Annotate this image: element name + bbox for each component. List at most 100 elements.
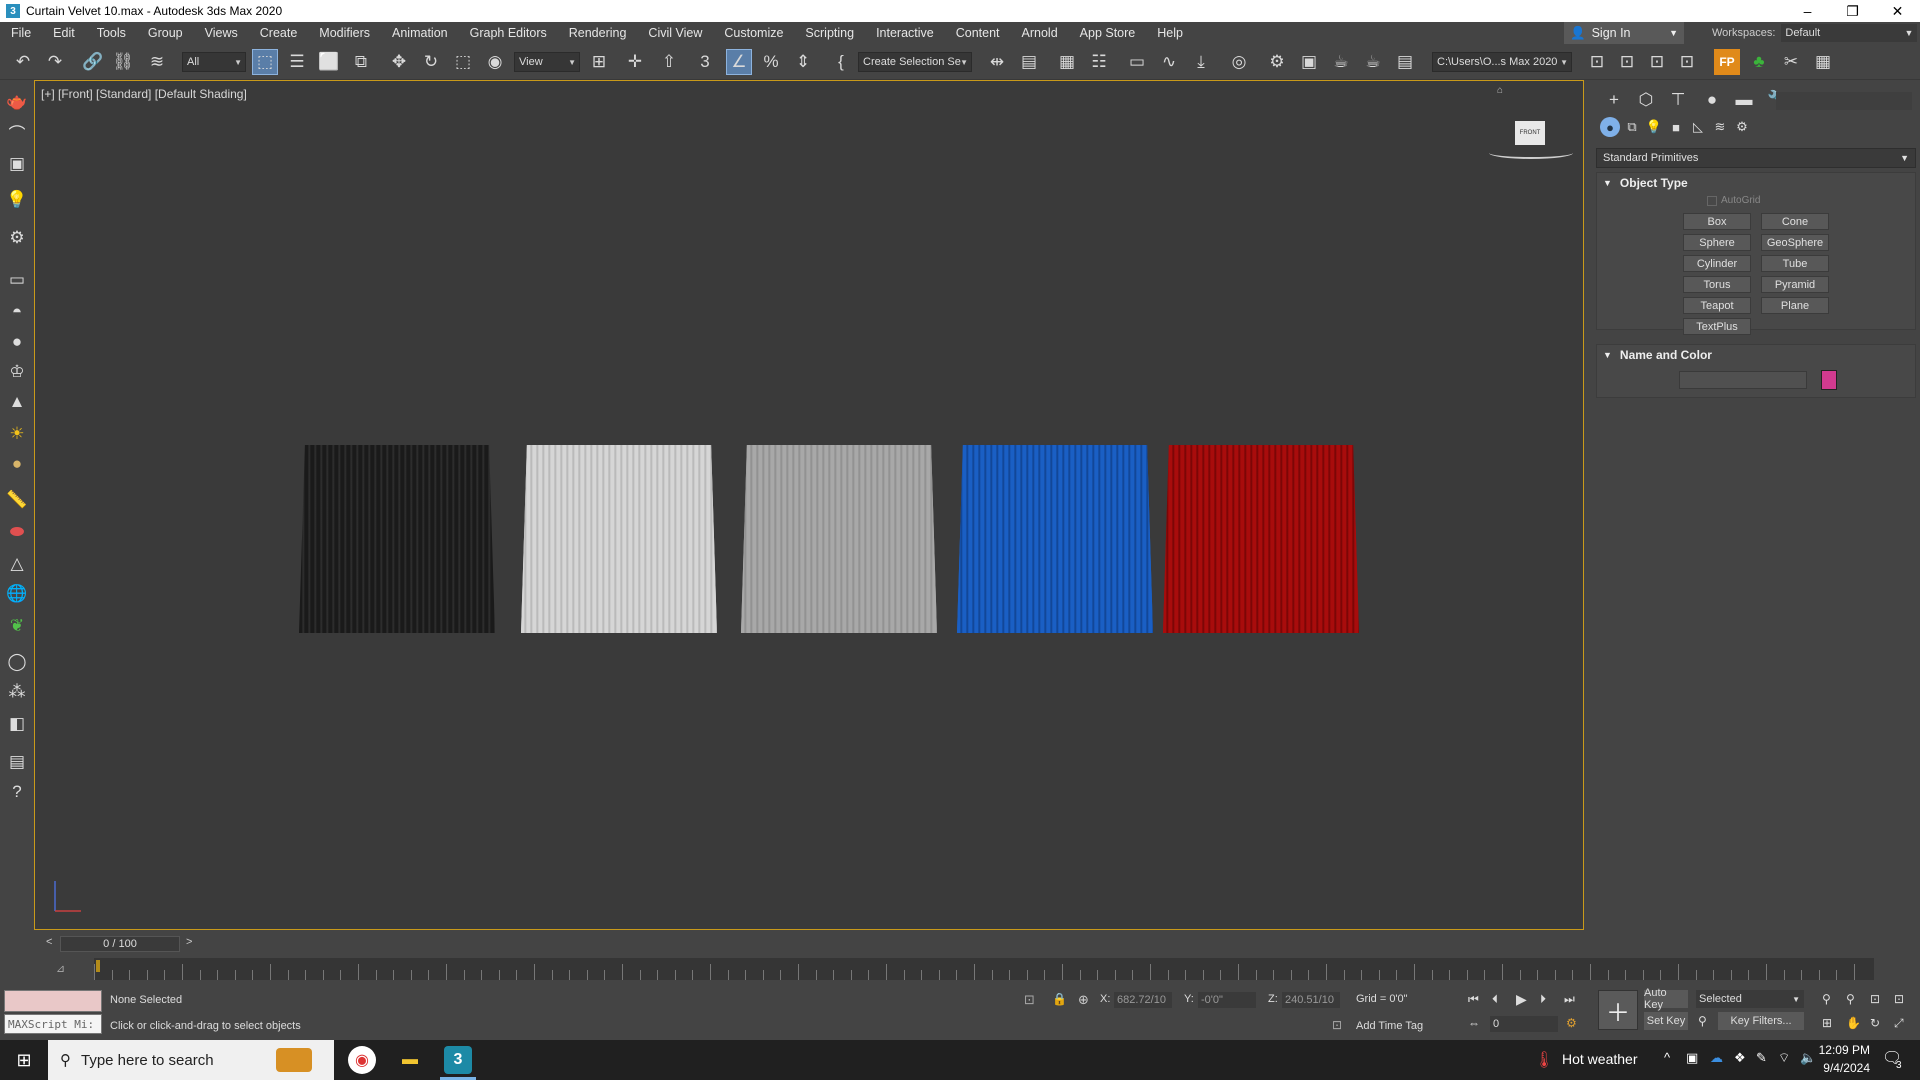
curve-editor-icon[interactable]: ∿ [1156, 49, 1182, 75]
teapot-icon[interactable]: 🫖 [5, 90, 29, 114]
capsule-icon[interactable]: ⬬ [5, 520, 29, 544]
selection-filter-select[interactable]: All ▼ [182, 52, 246, 72]
angle-snap-icon[interactable]: ∠ [726, 49, 752, 75]
render-in-cloud-icon[interactable]: ▤ [1392, 49, 1418, 75]
spreadsheet-icon[interactable]: ▦ [1810, 49, 1836, 75]
render-icon[interactable]: ☕ [1328, 49, 1354, 75]
select-manipulate-icon[interactable]: ✛ [622, 49, 648, 75]
material-editor-icon[interactable]: ◎ [1226, 49, 1252, 75]
zoom-all-icon[interactable]: ⚲ [1846, 992, 1855, 1006]
particles-icon[interactable]: ⁂ [5, 680, 29, 704]
teapot-button[interactable]: Teapot [1683, 297, 1751, 314]
view-cube[interactable]: FRONT [1483, 105, 1579, 185]
chrome-icon[interactable]: ◉ [348, 1046, 376, 1074]
ruler-icon[interactable]: 📏 [5, 488, 29, 512]
windows-start-icon[interactable]: ⊞ [10, 1046, 38, 1074]
rotate-icon[interactable]: ↻ [418, 49, 444, 75]
box-icon[interactable]: ▭ [5, 268, 29, 292]
panel-search[interactable] [1776, 92, 1912, 110]
absolute-mode-icon[interactable]: ⊕ [1078, 992, 1089, 1008]
time-tag-icon[interactable]: ⊡ [1332, 1018, 1342, 1032]
orb-icon[interactable]: ◯ [5, 650, 29, 674]
tube-button[interactable]: Tube [1761, 255, 1829, 272]
keyboard-shortcut-icon[interactable]: ⇧ [656, 49, 682, 75]
spinner-snap-icon[interactable]: ⇕ [790, 49, 816, 75]
x-coordinate-field[interactable]: 682.72/10 [1114, 992, 1172, 1008]
set-key-button[interactable]: Set Key [1644, 1012, 1688, 1030]
viewcube-face[interactable]: FRONT [1515, 121, 1545, 145]
next-frame-icon[interactable]: ⏵ [1540, 992, 1546, 1007]
time-slider[interactable]: 0 / 100 [60, 936, 180, 952]
menu-civil-view[interactable]: Civil View [637, 26, 713, 40]
current-frame-field[interactable]: 0 [1490, 1016, 1558, 1032]
dropbox-icon[interactable]: ❖ [1734, 1050, 1746, 1066]
weather-text[interactable]: Hot weather [1562, 1051, 1637, 1067]
cylinder-button[interactable]: Cylinder [1683, 255, 1751, 272]
add-time-tag[interactable]: Add Time Tag [1356, 1020, 1423, 1032]
tools-icon[interactable]: ✂ [1778, 49, 1804, 75]
key-selection-select[interactable]: Selected ▼ [1696, 990, 1804, 1008]
front-viewport[interactable]: [+] [Front] [Standard] [Default Shading]… [34, 80, 1584, 930]
menu-views[interactable]: Views [194, 26, 249, 40]
motion-tab-icon[interactable]: ● [1698, 88, 1726, 112]
geometry-icon[interactable]: ● [1600, 117, 1620, 137]
zoom-extents-icon[interactable]: ⊡ [1870, 992, 1880, 1006]
helper-icon[interactable]: ⚙ [5, 226, 29, 250]
menu-content[interactable]: Content [945, 26, 1011, 40]
spacewarps-icon[interactable]: ≋ [1710, 117, 1730, 137]
rectangular-selection-icon[interactable]: ⬜ [316, 49, 342, 75]
menu-customize[interactable]: Customize [713, 26, 794, 40]
red-curtain[interactable] [1163, 445, 1359, 633]
light-icon[interactable]: 💡 [5, 188, 29, 212]
menu-file[interactable]: File [0, 26, 42, 40]
container-remove-icon[interactable]: ⊡ [1644, 49, 1670, 75]
shape-icon[interactable]: ⌒ [5, 120, 29, 144]
onedrive-icon[interactable]: ☁ [1710, 1050, 1723, 1066]
clock-date[interactable]: 9/4/2024 [1810, 1061, 1870, 1075]
plant-icon[interactable]: ❦ [5, 614, 29, 638]
globe-icon[interactable]: 🌐 [5, 582, 29, 606]
goto-end-icon[interactable]: ⏭ [1564, 992, 1575, 1007]
zoom-extents-all-icon[interactable]: ⊡ [1894, 992, 1904, 1006]
select-by-name-icon[interactable]: ☰ [284, 49, 310, 75]
container-icon[interactable]: ⊡ [1584, 49, 1610, 75]
tree-icon[interactable]: ♣ [1746, 49, 1772, 75]
menu-group[interactable]: Group [137, 26, 194, 40]
container-add-icon[interactable]: ⊡ [1614, 49, 1640, 75]
disc-icon[interactable]: ● [5, 452, 29, 476]
previous-frame-icon[interactable]: ⏴ [1492, 992, 1498, 1007]
maximize-viewport-icon[interactable]: ⤢ [1894, 1016, 1904, 1031]
project-folder-select[interactable]: C:\Users\O...s Max 2020 ▼ [1432, 52, 1572, 72]
pyramid-button[interactable]: Pyramid [1761, 276, 1829, 293]
window-crossing-icon[interactable]: ⧉ [348, 49, 374, 75]
track-bar[interactable] [94, 958, 1874, 980]
hierarchy-tab-icon[interactable]: ⊤ [1664, 88, 1692, 112]
key-filter-icon[interactable]: ⚲ [1698, 1014, 1707, 1028]
white-curtain[interactable] [521, 445, 717, 633]
cone-icon[interactable]: ▲ [5, 390, 29, 414]
select-object-icon[interactable]: ⬚ [252, 49, 278, 75]
display-tab-icon[interactable]: ▬ [1730, 88, 1758, 112]
named-selection-select[interactable]: Create Selection Se ▼ [858, 52, 972, 72]
schematic-view-icon[interactable]: ⤓ [1188, 49, 1214, 75]
viewcube-ring[interactable] [1489, 147, 1573, 159]
redo-icon[interactable]: ↷ [42, 49, 68, 75]
unlink-icon[interactable]: ⛓ [110, 49, 136, 75]
geosphere-button[interactable]: GeoSphere [1761, 234, 1829, 251]
field-of-view-icon[interactable]: ⊞ [1822, 1016, 1832, 1030]
help-icon[interactable]: ? [5, 780, 29, 804]
snaps-toggle-icon[interactable]: 3 [692, 49, 718, 75]
render-setup-icon[interactable]: ⚙ [1264, 49, 1290, 75]
pyramid-icon[interactable]: △ [5, 552, 29, 576]
workspace-select[interactable]: Default ▼ [1781, 24, 1918, 42]
maxscript-listener[interactable] [4, 990, 102, 1012]
container-edit-icon[interactable]: ⊡ [1674, 49, 1700, 75]
clock-time[interactable]: 12:09 PM [1810, 1043, 1870, 1057]
menu-interactive[interactable]: Interactive [865, 26, 945, 40]
wifi-icon[interactable]: ⌔ [1778, 1050, 1790, 1066]
gray-curtain[interactable] [741, 445, 937, 633]
cameras-icon[interactable]: ■ [1666, 117, 1686, 137]
sun-icon[interactable]: ☀ [5, 422, 29, 446]
file-explorer-icon[interactable]: ▬ [396, 1046, 424, 1074]
shapes-icon[interactable]: ⧉ [1622, 117, 1642, 137]
